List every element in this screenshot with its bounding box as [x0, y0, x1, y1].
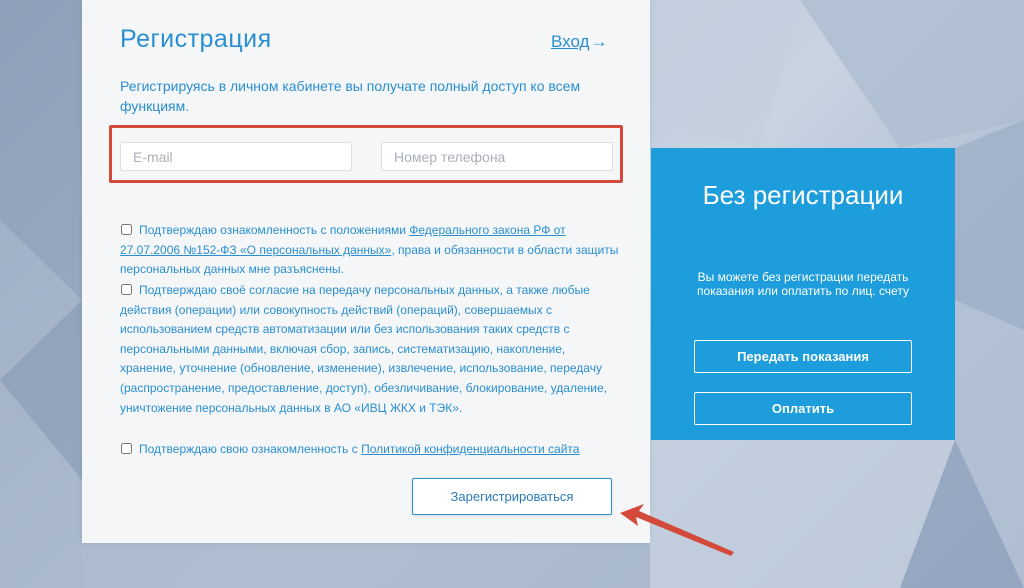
consent-personal-data-law: Подтверждаю ознакомленность с положениям…: [120, 221, 620, 280]
consent-privacy-checkbox[interactable]: [121, 443, 132, 454]
registration-card: Регистрация Вход→ Регистрируясь в личном…: [82, 0, 650, 543]
privacy-policy-link[interactable]: Политикой конфиденциальности сайта: [361, 442, 579, 456]
consent-law-checkbox[interactable]: [121, 224, 132, 235]
arrow-right-icon: →: [590, 32, 608, 51]
login-link[interactable]: Вход→: [551, 32, 607, 52]
no-registration-panel: Без регистрации Вы можете без регистраци…: [651, 148, 955, 440]
login-link-label: Вход: [551, 32, 590, 51]
phone-field[interactable]: [381, 142, 613, 171]
registration-intro: Регистрируясь в личном кабинете вы получ…: [120, 78, 581, 114]
pointer-arrow-icon: [620, 504, 734, 556]
consent-privacy-text: Подтверждаю свою ознакомленность с: [139, 442, 362, 456]
consent-processing-checkbox[interactable]: [121, 284, 132, 295]
email-field[interactable]: [120, 142, 352, 171]
page-title: Регистрация: [120, 25, 272, 53]
consent-privacy-policy: Подтверждаю свою ознакомленность с Полит…: [120, 440, 620, 460]
consent-processing-text: Подтверждаю своё согласие на передачу пе…: [120, 283, 607, 415]
no-registration-title: Без регистрации: [702, 180, 904, 210]
no-registration-text: Вы можете без регистрации передать показ…: [697, 270, 909, 298]
consent-data-processing: Подтверждаю своё согласие на передачу пе…: [120, 281, 620, 418]
submit-readings-button[interactable]: Передать показания: [694, 340, 912, 373]
pay-button[interactable]: Оплатить: [694, 392, 912, 425]
consent-law-text: Подтверждаю ознакомленность с положениям…: [139, 223, 410, 237]
register-button[interactable]: Зарегистрироваться: [412, 478, 612, 515]
